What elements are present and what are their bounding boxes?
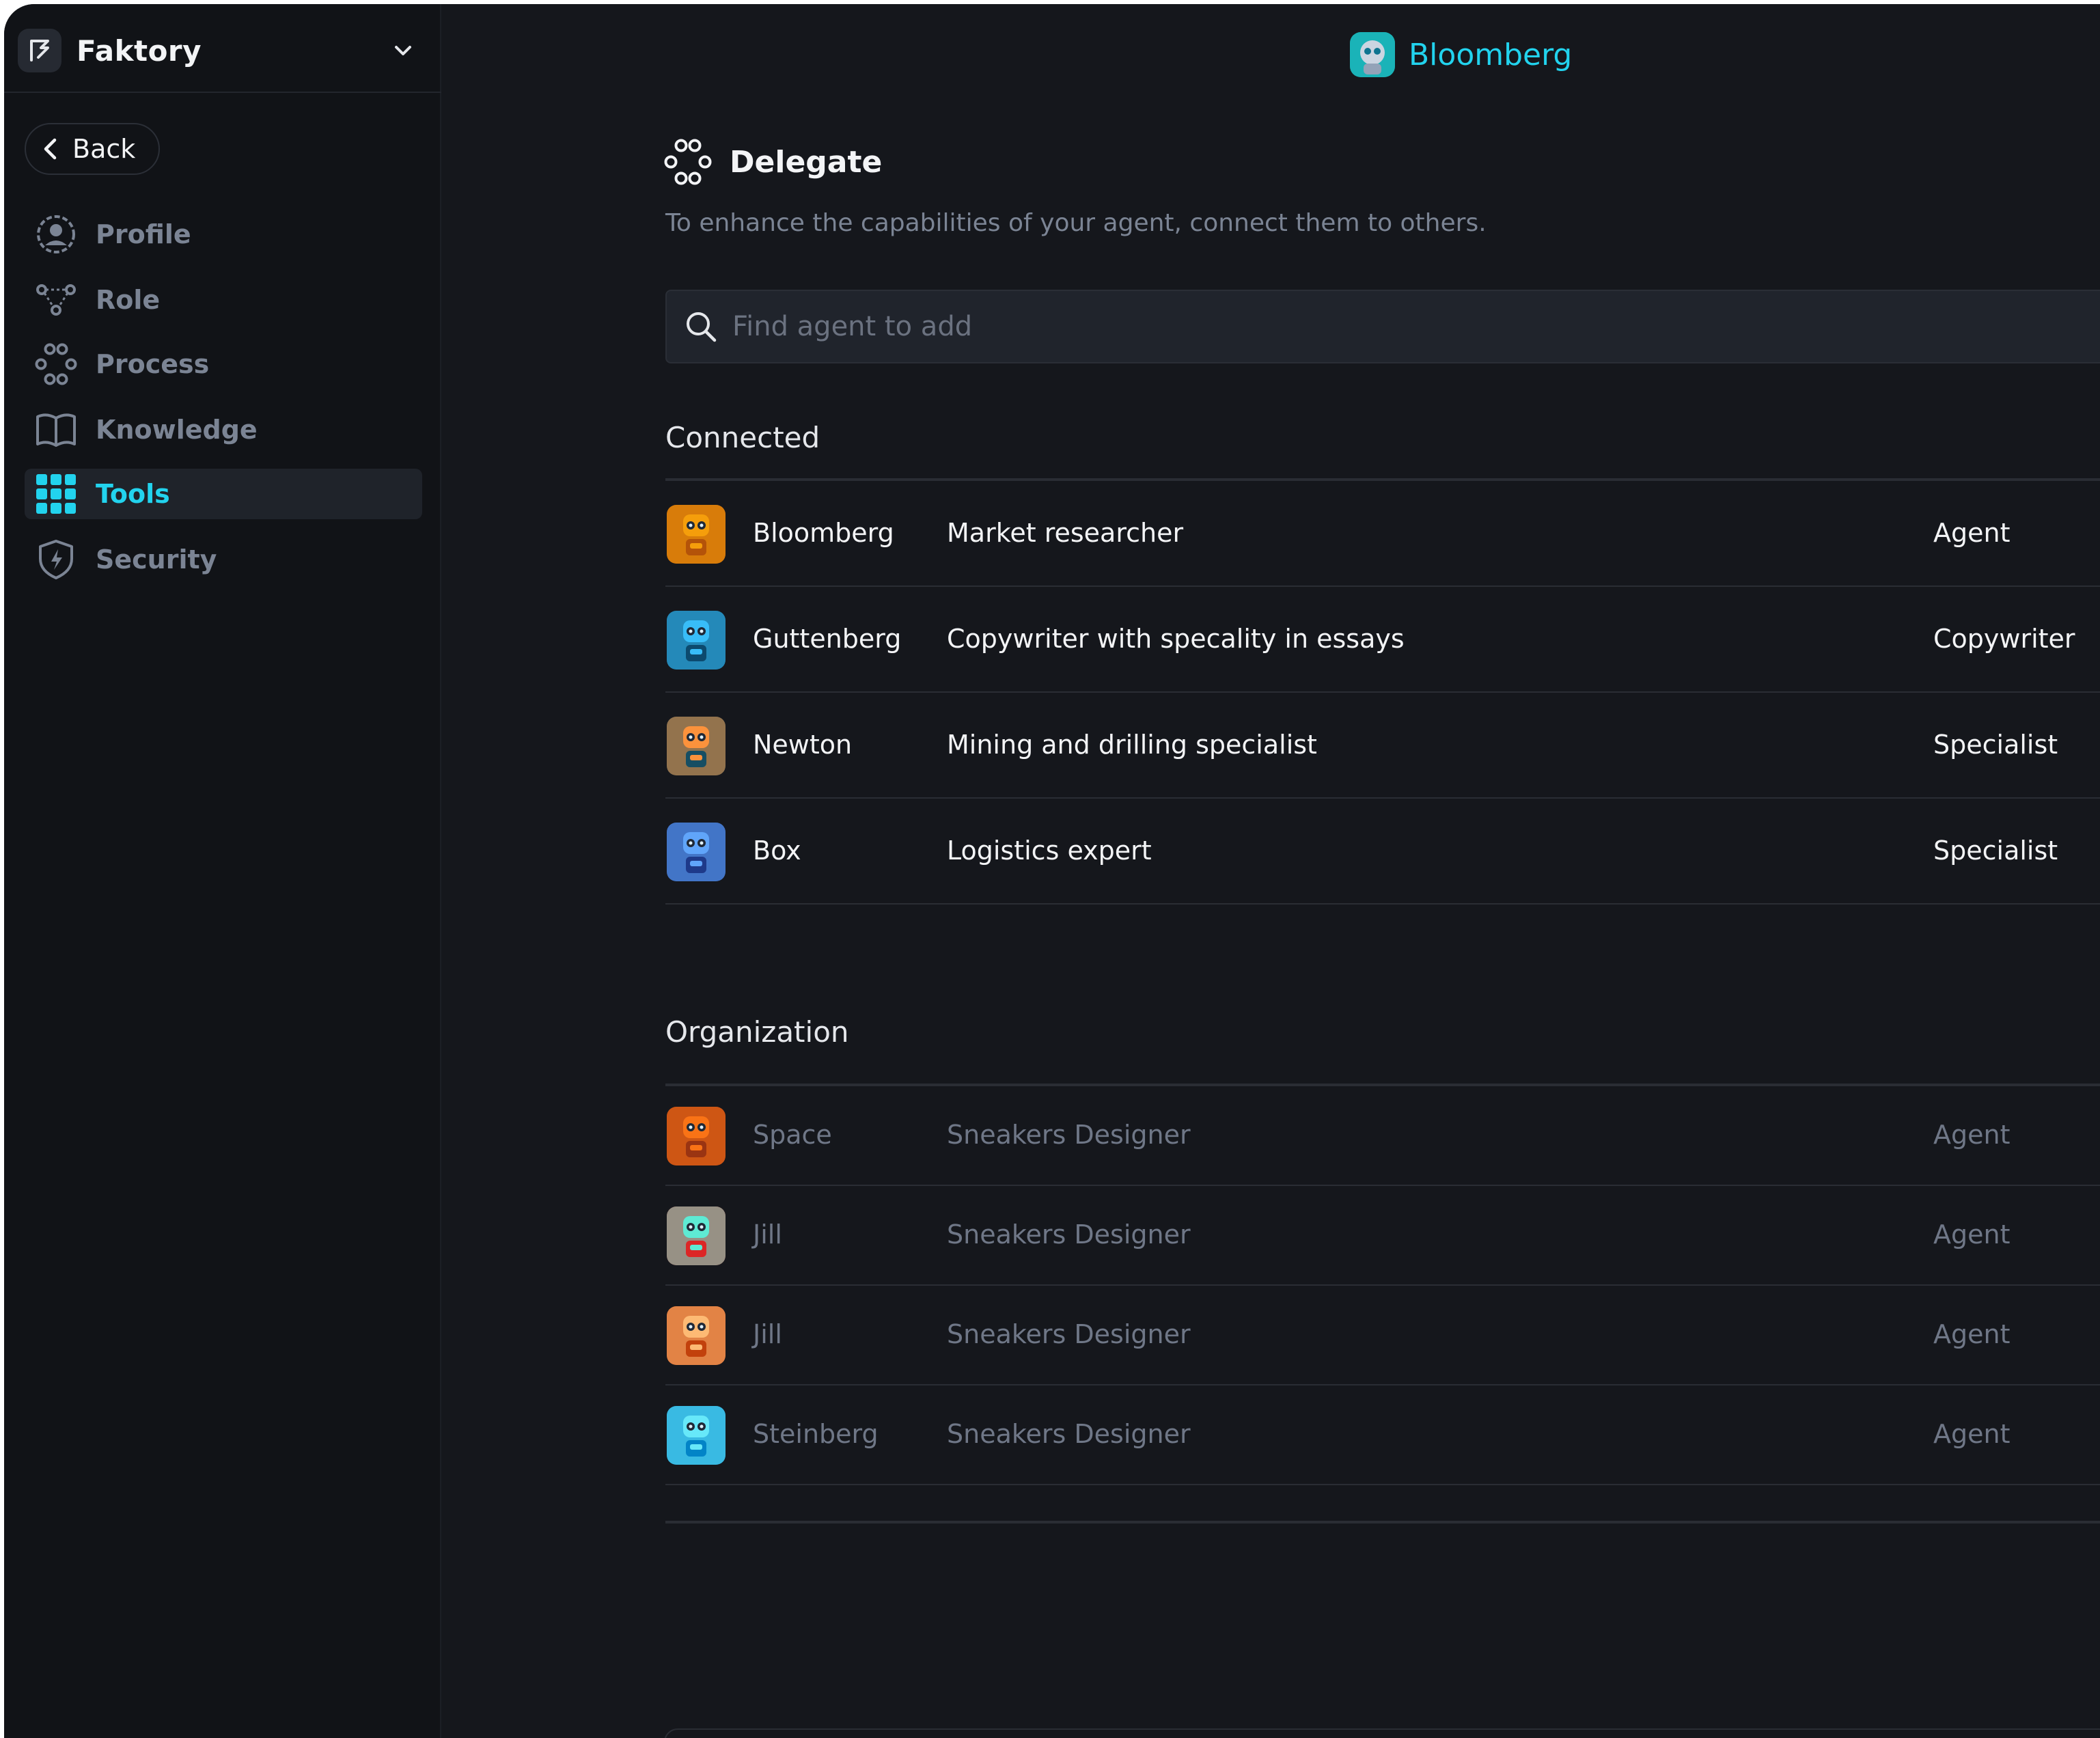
section-title: Delegate (730, 144, 883, 180)
agent-avatar (667, 1107, 726, 1165)
agent-avatar (667, 1406, 726, 1465)
agent-avatar (667, 1306, 726, 1365)
agent-row[interactable]: Jill Sneakers Designer Agent (665, 1186, 2100, 1286)
workspace-switcher[interactable]: Faktory (18, 25, 428, 77)
agent-row[interactable]: Guttenberg Copywriter with specality in e… (665, 587, 2100, 693)
agent-name: Steinberg (753, 1419, 879, 1449)
agent-description: Logistics expert (947, 835, 1152, 866)
agent-name: Jill (753, 1319, 782, 1349)
agent-name: Jill (753, 1219, 782, 1250)
agent-description: Sneakers Designer (947, 1319, 1191, 1349)
role-icon (34, 278, 78, 322)
sidebar-item-label: Profile (96, 219, 191, 249)
agent-type: Agent (1933, 1120, 2011, 1150)
agent-avatar (667, 610, 726, 670)
shield-icon (34, 538, 78, 581)
back-button[interactable]: Back (25, 123, 160, 175)
sidebar-item-profile[interactable]: Profile (25, 209, 422, 260)
grid-icon (34, 472, 78, 516)
agent-name: Box (753, 835, 801, 866)
sidebar-item-label: Process (96, 349, 210, 379)
agent-type: Agent (1933, 1319, 2011, 1349)
process-icon (664, 139, 712, 185)
agent-type: Copywriter (1933, 623, 2075, 654)
sidebar-item-role[interactable]: Role (25, 275, 422, 325)
agent-name: Bloomberg (1409, 37, 1573, 72)
faktory-logo-icon (18, 29, 61, 72)
book-icon (34, 408, 78, 452)
agent-type: Agent (1933, 1219, 2011, 1250)
agent-name: Newton (753, 729, 853, 760)
organization-label: Organization (665, 1015, 849, 1049)
agent-description: Sneakers Designer (947, 1419, 1191, 1449)
agent-description: Sneakers Designer (947, 1219, 1191, 1250)
search-icon (687, 312, 717, 342)
agent-type: Agent (1933, 1419, 2011, 1449)
agent-row[interactable]: Newton Mining and drilling specialist Spec… (665, 693, 2100, 799)
delegate-heading: Delegate (664, 138, 882, 186)
chevron-down-icon[interactable] (389, 37, 417, 64)
sidebar: Faktory Back Profile Role Process Knowle… (4, 4, 441, 1738)
chevron-left-icon (44, 138, 57, 160)
agent-type: Agent (1933, 517, 2011, 548)
agent-avatar (667, 822, 726, 881)
sidebar-divider (4, 92, 441, 93)
back-label: Back (72, 134, 136, 164)
agent-description: Sneakers Designer (947, 1120, 1191, 1150)
agent-description: Market researcher (947, 517, 1184, 548)
process-icon (34, 342, 78, 386)
sidebar-item-tools[interactable]: Tools (25, 469, 422, 519)
agent-type: Specialist (1933, 835, 2058, 866)
sidebar-item-label: Tools (96, 479, 170, 509)
agent-row[interactable]: Space Sneakers Designer Agent (665, 1086, 2100, 1186)
agent-name: Guttenberg (753, 623, 902, 654)
agent-row[interactable]: Bloomberg Market researcher Agent (665, 481, 2100, 587)
agent-avatar (667, 504, 726, 564)
agent-row[interactable]: Jill Sneakers Designer Agent (665, 1286, 2100, 1385)
agent-avatar (667, 1206, 726, 1265)
section-description: To enhance the capabilities of your agen… (665, 209, 1487, 237)
sidebar-item-security[interactable]: Security (25, 534, 422, 585)
connected-label: Connected (665, 421, 820, 454)
agent-row[interactable]: Steinberg Sneakers Designer Agent (665, 1385, 2100, 1485)
footer-panel (664, 1728, 2100, 1738)
agent-name: Space (753, 1120, 832, 1150)
sidebar-item-label: Role (96, 285, 161, 315)
agent-type: Specialist (1933, 729, 2058, 760)
list-end-divider (665, 1521, 2100, 1523)
app-window: Faktory Back Profile Role Process Knowle… (4, 4, 2100, 1738)
agent-avatar (667, 716, 726, 775)
sidebar-item-process[interactable]: Process (25, 339, 422, 389)
sidebar-item-label: Security (96, 544, 217, 575)
agent-search[interactable] (665, 290, 2100, 363)
search-input[interactable] (731, 310, 2029, 343)
agent-header: Bloomberg (1350, 29, 1572, 81)
agent-description: Copywriter with specality in essays (947, 623, 1405, 654)
workspace-name: Faktory (77, 33, 202, 68)
agent-avatar (1350, 32, 1395, 77)
agent-name: Bloomberg (753, 517, 894, 548)
sidebar-item-knowledge[interactable]: Knowledge (25, 404, 422, 455)
profile-icon (34, 212, 78, 256)
sidebar-item-label: Knowledge (96, 415, 258, 445)
agent-row[interactable]: Box Logistics expert Specialist (665, 799, 2100, 905)
agent-description: Mining and drilling specialist (947, 729, 1317, 760)
